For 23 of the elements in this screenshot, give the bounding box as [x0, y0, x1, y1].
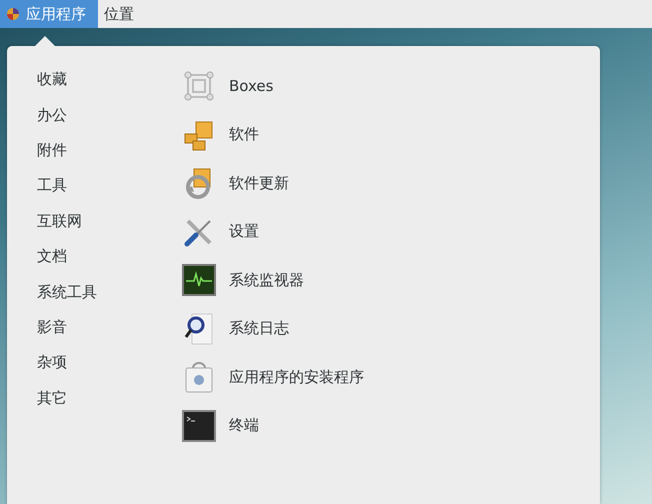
category-item[interactable]: 影音	[37, 310, 182, 346]
app-item[interactable]: 软件	[229, 125, 259, 144]
terminal-icon	[182, 408, 216, 443]
category-item[interactable]: 其它	[37, 380, 182, 416]
app-item[interactable]: Boxes	[229, 77, 274, 96]
category-item[interactable]: 收藏	[37, 62, 182, 98]
category-item[interactable]: 附件	[37, 132, 182, 168]
category-item[interactable]: 办公	[37, 97, 182, 133]
top-menu[interactable]: 位置	[98, 0, 146, 28]
app-item[interactable]: 应用程序的安装程序	[229, 368, 364, 387]
app-item[interactable]: 终端	[229, 416, 259, 436]
category-item[interactable]: 工具	[37, 168, 182, 204]
app-item[interactable]: 系统日志	[229, 319, 289, 338]
app-item[interactable]: 软件更新	[229, 174, 289, 193]
category-item[interactable]: 系统工具	[37, 274, 182, 310]
app-item[interactable]: 系统监视器	[229, 270, 304, 290]
category-item[interactable]: 互联网	[37, 204, 182, 239]
monitor-icon	[182, 263, 216, 298]
category-item[interactable]: 文档	[37, 238, 182, 274]
category-item[interactable]: 杂项	[37, 345, 182, 381]
frame-icon	[182, 69, 216, 104]
app-item[interactable]: 设置	[229, 222, 259, 242]
logo-icon	[6, 7, 20, 21]
